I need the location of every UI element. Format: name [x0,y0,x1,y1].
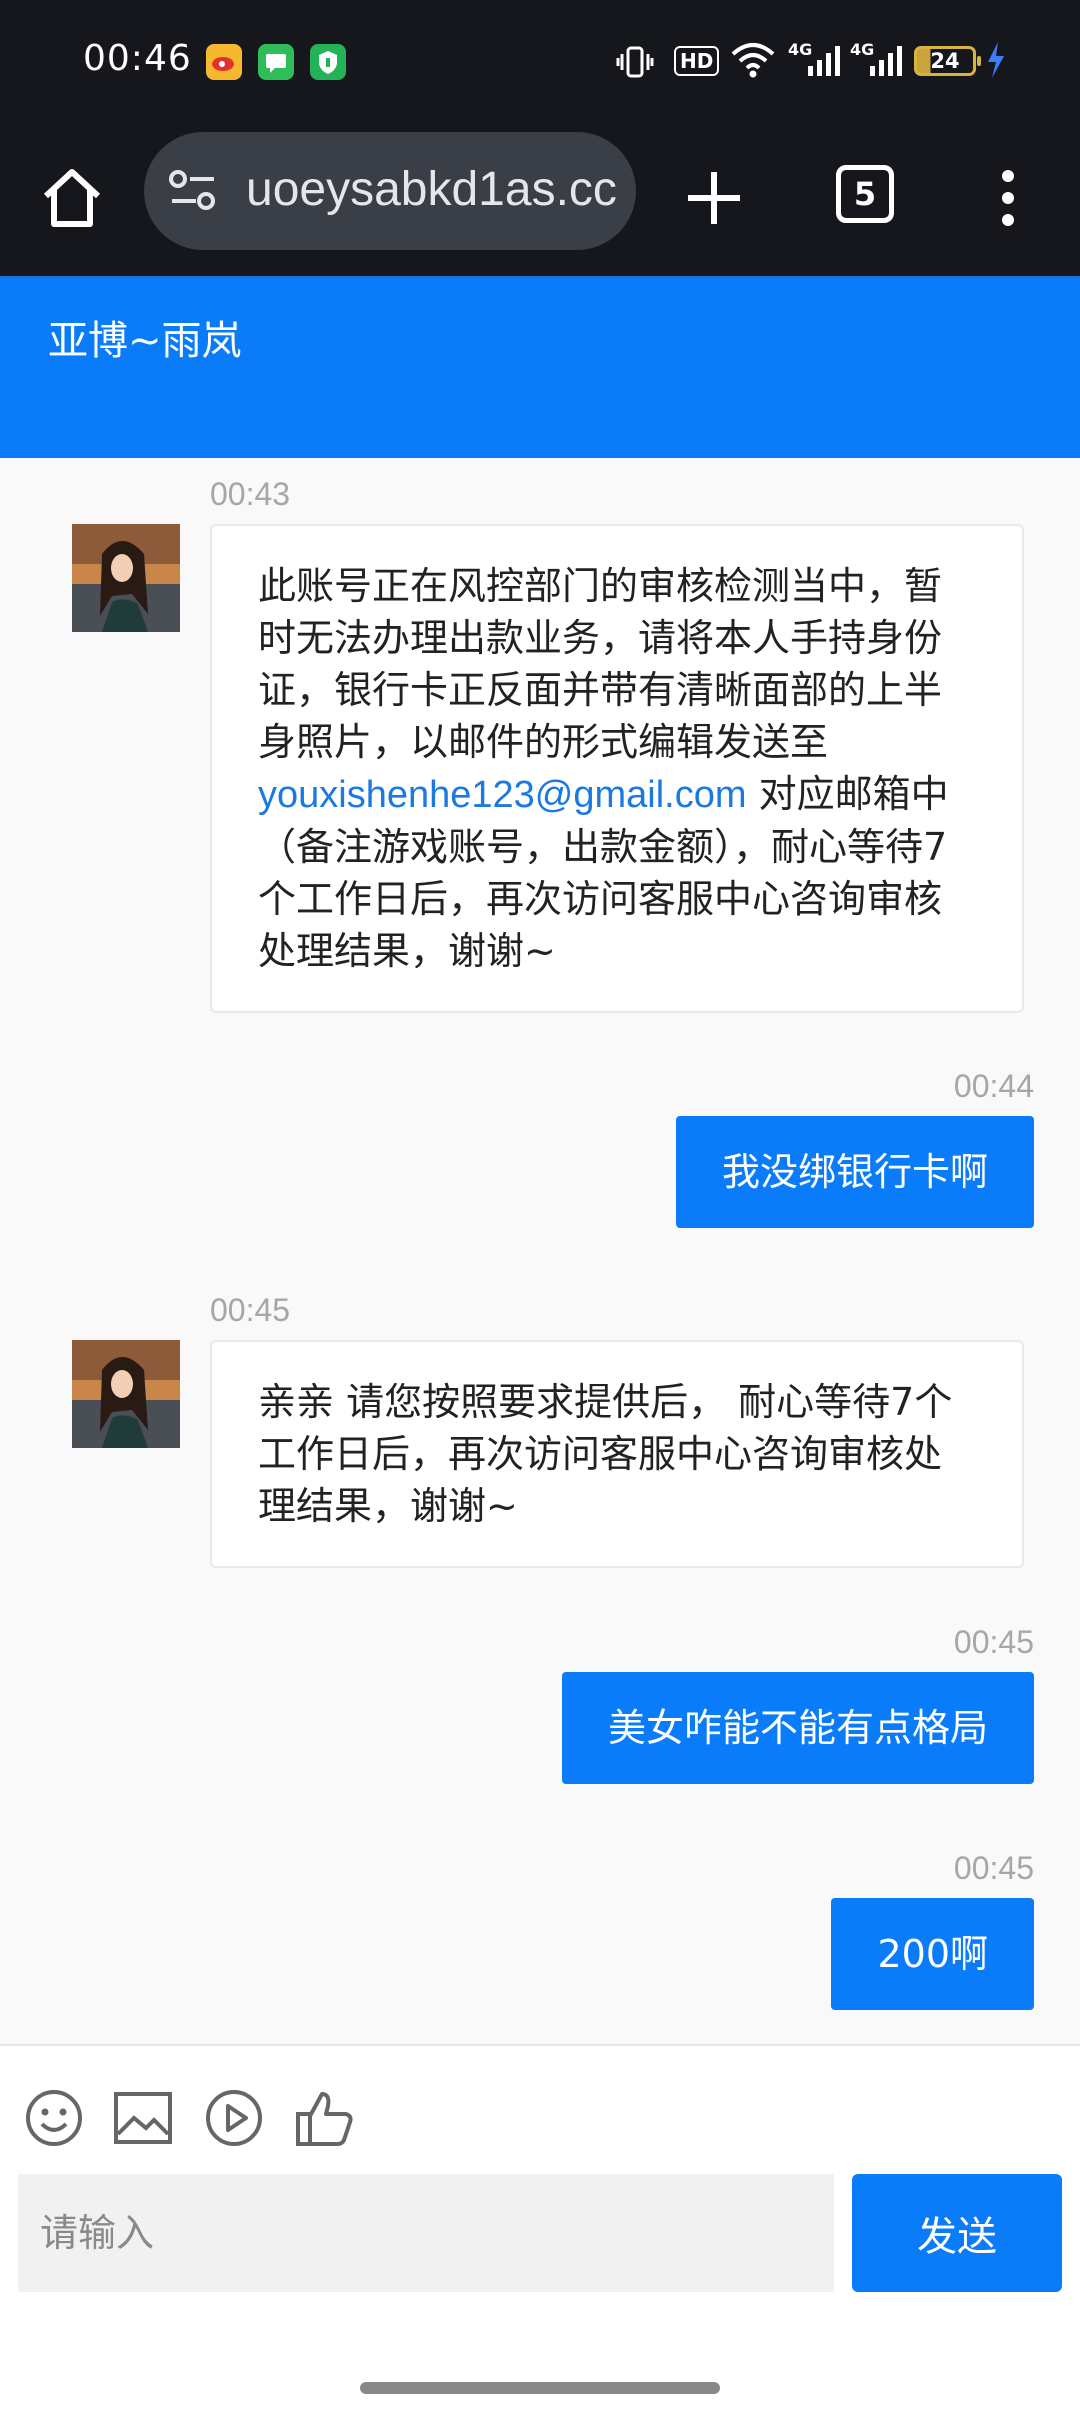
outgoing-message-bubble[interactable]: 美女咋能不能有点格局 [561,1672,1034,1784]
video-icon[interactable] [204,2088,264,2148]
wifi-icon [731,43,775,78]
signal-icon: 4G [788,40,844,80]
agent-avatar [72,1340,180,1448]
site-settings-icon[interactable] [168,168,220,212]
message-input[interactable] [18,2174,834,2292]
charging-icon [988,42,1004,78]
message-time: 00:43 [210,476,291,512]
message-time: 00:45 [953,1850,1034,1886]
chat-title: 亚博~雨岚 [48,318,242,364]
message-time: 00:45 [953,1624,1034,1660]
battery-icon: 24 [914,46,981,76]
outgoing-message-bubble[interactable]: 200啊 [831,1898,1034,2010]
messages-app-icon [258,44,294,80]
status-bar: 00:46 HD 4G 4G 24 [0,0,1080,120]
battery-level: 24 [930,49,960,73]
outgoing-message-bubble[interactable]: 我没绑银行卡啊 [675,1116,1034,1228]
email-link[interactable]: youxishenhe123@gmail.com [258,774,747,816]
image-icon[interactable] [112,2088,174,2148]
message-text: 此账号正在风控部门的审核检测当中，暂时无法办理出款业务，请将本人手持身份证，银行… [258,564,943,764]
status-time: 00:46 [83,38,192,79]
hd-badge: HD [674,46,720,76]
chat-header: 亚博~雨岚 [0,276,1080,458]
url-text[interactable]: uoeysabkd1as.cc [246,160,626,220]
message-time: 00:44 [953,1068,1034,1104]
browser-toolbar: uoeysabkd1as.cc 5 [0,120,1080,276]
thumbs-up-icon[interactable] [294,2088,356,2148]
address-bar[interactable]: uoeysabkd1as.cc [144,132,636,250]
incoming-message-bubble[interactable]: 亲亲 请您按照要求提供后， 耐心等待7个工作日后，再次访问客服中心咨询审核处理结… [210,1340,1024,1568]
home-icon[interactable] [36,162,108,234]
security-app-icon [310,44,346,80]
emoji-icon[interactable] [24,2088,84,2148]
tab-switcher-button[interactable]: 5 [836,165,894,223]
new-tab-icon[interactable] [680,164,748,232]
weibo-app-icon [206,44,242,80]
signal-icon-2: 4G [850,40,906,80]
agent-avatar [72,524,180,632]
incoming-message-bubble[interactable]: 此账号正在风控部门的审核检测当中，暂时无法办理出款业务，请将本人手持身份证，银行… [210,524,1024,1013]
vibrate-icon [616,46,654,78]
send-button[interactable]: 发送 [852,2174,1062,2292]
home-indicator[interactable] [360,2382,720,2394]
composer: 发送 [0,2044,1080,2414]
menu-icon[interactable] [998,164,1018,232]
message-time: 00:45 [210,1292,291,1328]
